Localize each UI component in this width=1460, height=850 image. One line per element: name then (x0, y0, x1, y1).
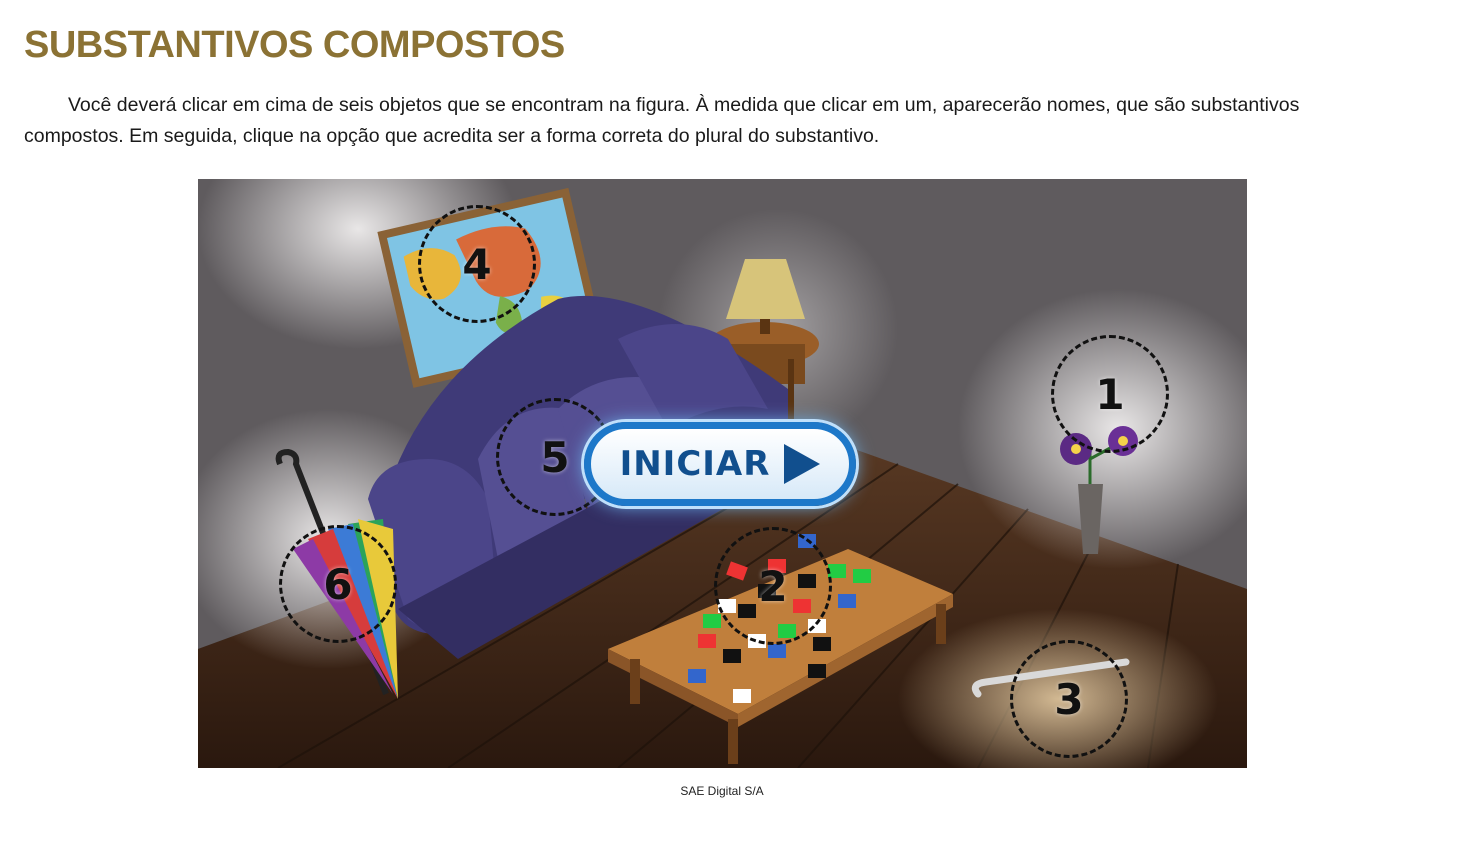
start-button-label: INICIAR (619, 444, 771, 484)
play-icon (784, 444, 821, 484)
living-room-scene: 1 2 3 4 5 6 INICIAR (198, 179, 1247, 768)
page-title: SUBSTANTIVOS COMPOSTOS (24, 24, 565, 66)
hotspot-number: 1 (1095, 369, 1125, 419)
hotspot-number: 6 (323, 559, 353, 609)
image-credit: SAE Digital S/A (680, 784, 764, 798)
hotspot-number: 3 (1054, 674, 1084, 724)
hotspot-number: 5 (540, 432, 570, 482)
hotspot-1-flower-vase[interactable]: 1 (1051, 335, 1169, 453)
instructions-text: Você deverá clicar em cima de seis objet… (24, 94, 1300, 147)
hotspot-number: 4 (462, 239, 492, 289)
hotspot-4-world-map[interactable]: 4 (418, 205, 536, 323)
hotspot-3-cane[interactable]: 3 (1010, 640, 1128, 758)
start-button[interactable]: INICIAR (584, 422, 856, 506)
hotspot-2-puzzle[interactable]: 2 (714, 527, 832, 645)
hotspot-6-umbrella[interactable]: 6 (279, 525, 397, 643)
activity-page: SUBSTANTIVOS COMPOSTOS Você deverá clica… (0, 0, 1460, 850)
hotspot-number: 2 (758, 561, 788, 611)
